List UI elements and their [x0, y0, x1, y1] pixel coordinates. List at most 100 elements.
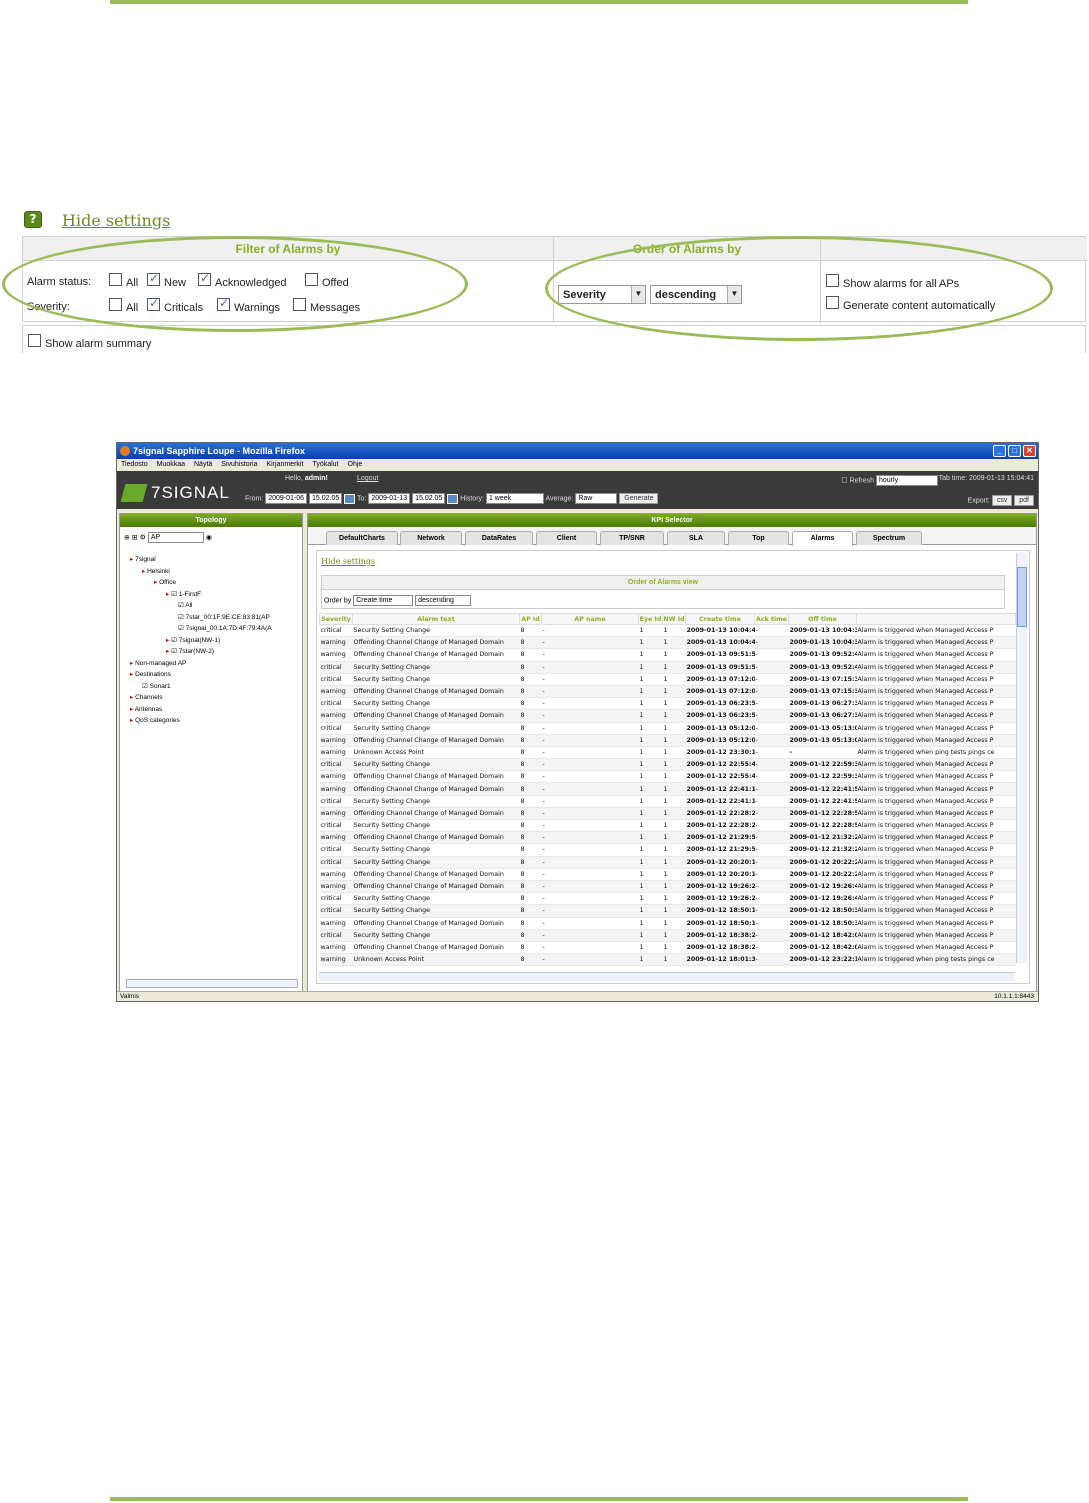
tree-tool-icon[interactable]: ⊕ ⊞ ⚙: [124, 534, 146, 541]
tree-node[interactable]: ☑ 7signal_00:1A:7D:4F:79:4A(A: [122, 623, 272, 635]
tree-node[interactable]: ▸ QoS categories: [122, 715, 272, 727]
tree-node[interactable]: ☑ Sonar1: [122, 681, 272, 693]
history-select[interactable]: 1 week: [485, 493, 544, 504]
column-header[interactable]: Ack time: [754, 613, 789, 625]
table-row[interactable]: warning Offending Channel Change of Manag…: [319, 709, 1016, 723]
calendar-icon[interactable]: [447, 493, 459, 504]
table-row[interactable]: warning Unknown Access Point 8-1 1 2009-01-1…: [319, 953, 1016, 967]
tree-node[interactable]: ▸ Destinations: [122, 669, 272, 681]
calendar-icon[interactable]: [344, 493, 356, 504]
table-row[interactable]: warning Offending Channel Change of Manag…: [319, 636, 1016, 650]
table-row[interactable]: critical Security Setting Change 8-1 1 2009-…: [319, 843, 1016, 857]
tab-client[interactable]: Client: [536, 531, 597, 545]
table-row[interactable]: warning Offending Channel Change of Manag…: [319, 648, 1016, 662]
logout-link[interactable]: Logout: [357, 475, 378, 482]
column-header[interactable]: Severity: [319, 613, 353, 625]
tree-node[interactable]: ▸ ☑ 1-FirstF: [122, 589, 272, 601]
column-header[interactable]: Create time: [685, 613, 755, 625]
tree-node[interactable]: ▸ Antennas: [122, 704, 272, 716]
table-row[interactable]: critical Security Setting Change 8-1 1 2009-…: [319, 819, 1016, 833]
menu-item[interactable]: Kirjanmerkit: [266, 461, 303, 468]
table-row[interactable]: critical Security Setting Change 8-1 1 2009-…: [319, 673, 1016, 686]
average-select[interactable]: Raw: [575, 493, 618, 504]
hide-settings-link[interactable]: Hide settings: [321, 557, 375, 566]
to-time-input[interactable]: 15.02.05: [412, 493, 446, 504]
column-header[interactable]: NW Id: [662, 613, 686, 625]
tree-node[interactable]: ▸ Office: [122, 577, 272, 589]
table-row[interactable]: warning Offending Channel Change of Manag…: [319, 807, 1016, 821]
table-row[interactable]: critical Security Setting Change 8-1 1 2009-…: [319, 795, 1016, 808]
table-row[interactable]: critical Security Setting Change 8-1 1 2009-…: [319, 758, 1016, 772]
tree-node[interactable]: ▸ Non-managed AP: [122, 658, 272, 670]
order-dir-select[interactable]: descending: [415, 595, 472, 606]
tree-checkbox[interactable]: ☑: [171, 591, 179, 598]
tree-checkbox[interactable]: ☑: [178, 614, 186, 621]
tab-sla[interactable]: SLA: [667, 531, 725, 545]
to-date-input[interactable]: 2009-01-13: [368, 493, 411, 504]
column-header[interactable]: AP name: [541, 613, 639, 625]
generate-button[interactable]: Generate: [619, 493, 659, 504]
table-row[interactable]: critical Security Setting Change 8-1 1 2009-…: [319, 856, 1016, 869]
menu-item[interactable]: Ohje: [348, 461, 363, 468]
tree-node[interactable]: ▸ ☑ 7signal(NW-1): [122, 635, 272, 647]
table-row[interactable]: warning Offending Channel Change of Manag…: [319, 868, 1016, 881]
minimize-icon[interactable]: _: [993, 445, 1006, 457]
show-summary-checkbox[interactable]: [28, 334, 41, 347]
table-row[interactable]: critical Security Setting Change 8-1 1 2009-…: [319, 697, 1016, 711]
table-row[interactable]: critical Security Setting Change 8-1 1 2009-…: [319, 892, 1016, 906]
table-row[interactable]: warning Offending Channel Change of Manag…: [319, 831, 1016, 845]
tab-top[interactable]: Top: [728, 531, 789, 545]
table-row[interactable]: critical Security Setting Change 8-1 1 2009-…: [319, 661, 1016, 674]
table-row[interactable]: critical Security Setting Change 8-1 1 2009-…: [319, 624, 1016, 638]
column-header[interactable]: AP Id: [519, 613, 542, 625]
table-row[interactable]: critical Security Setting Change 8-1 1 2009-…: [319, 904, 1016, 918]
tree-checkbox[interactable]: ☑: [171, 648, 179, 655]
from-date-input[interactable]: 2009-01-06: [265, 493, 308, 504]
help-icon[interactable]: ◉: [206, 534, 212, 541]
tab-alarms[interactable]: Alarms: [792, 531, 853, 546]
from-time-input[interactable]: 15.02.05: [309, 493, 343, 504]
tree-node[interactable]: ☑ 7star_00:1F:9E:CE:83:81(AP: [122, 612, 272, 624]
menu-item[interactable]: Näytä: [194, 461, 212, 468]
tree-checkbox[interactable]: ☑: [171, 637, 179, 644]
menu-item[interactable]: Tiedosto: [121, 461, 148, 468]
vertical-scrollbar[interactable]: [1016, 553, 1027, 963]
export-pdf-button[interactable]: pdf: [1014, 495, 1034, 506]
table-row[interactable]: warning Offending Channel Change of Manag…: [319, 782, 1016, 796]
order-by-select[interactable]: Create time: [353, 595, 414, 606]
tab-network[interactable]: Network: [400, 531, 462, 545]
table-row[interactable]: warning Offending Channel Change of Manag…: [319, 917, 1016, 930]
table-row[interactable]: warning Offending Channel Change of Manag…: [319, 685, 1016, 699]
tree-node[interactable]: ▸ Channels: [122, 692, 272, 704]
export-csv-button[interactable]: csv: [991, 495, 1013, 506]
tab-datarates[interactable]: DataRates: [465, 531, 533, 545]
maximize-icon[interactable]: □: [1008, 445, 1021, 457]
close-icon[interactable]: ✕: [1023, 445, 1036, 457]
column-header[interactable]: [856, 613, 1016, 625]
horizontal-scrollbar[interactable]: [319, 972, 1015, 981]
table-row[interactable]: warning Unknown Access Point 8-1 1 2009-01-1…: [319, 746, 1016, 760]
hide-settings-link[interactable]: Hide settings: [62, 211, 170, 230]
horizontal-scrollbar[interactable]: [126, 979, 298, 988]
table-row[interactable]: warning Offending Channel Change of Manag…: [319, 880, 1016, 894]
table-row[interactable]: critical Security Setting Change 8-1 1 2009-…: [319, 722, 1016, 735]
column-header[interactable]: Eye Id: [638, 613, 663, 625]
tab-spectrum[interactable]: Spectrum: [856, 531, 922, 545]
column-header[interactable]: Off time: [788, 613, 857, 625]
tree-checkbox[interactable]: ☑: [142, 683, 150, 690]
tab-tpsnr[interactable]: TP/SNR: [600, 531, 664, 545]
menu-item[interactable]: Työkalut: [312, 461, 338, 468]
table-row[interactable]: warning Offending Channel Change of Manag…: [319, 770, 1016, 784]
scroll-thumb[interactable]: [1017, 567, 1027, 627]
tree-checkbox[interactable]: ☑: [178, 625, 186, 632]
column-header[interactable]: Alarm text: [352, 613, 520, 625]
tree-node[interactable]: ▸ Helsinki: [122, 566, 272, 578]
tree-node[interactable]: ▸ 7signal: [122, 554, 272, 566]
refresh-select[interactable]: hourly: [876, 475, 938, 486]
help-icon[interactable]: ?: [24, 211, 42, 228]
table-row[interactable]: critical Security Setting Change 8-1 1 2009-…: [319, 929, 1016, 942]
table-row[interactable]: warning Offending Channel Change of Manag…: [319, 734, 1016, 747]
table-row[interactable]: warning Offending Channel Change of Manag…: [319, 941, 1016, 955]
tree-node[interactable]: ▸ ☑ 7star(NW-2): [122, 646, 272, 658]
ap-select[interactable]: AP: [147, 532, 204, 543]
